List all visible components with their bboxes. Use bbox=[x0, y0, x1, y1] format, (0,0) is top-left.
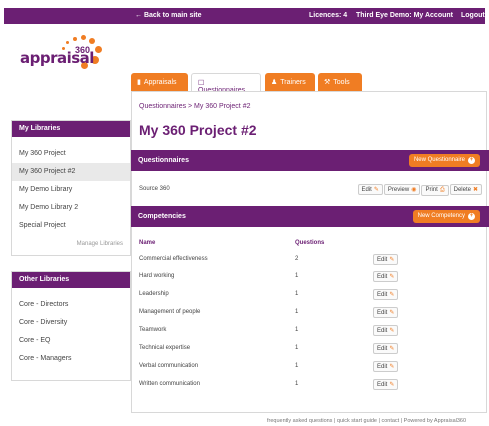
new-competency-button[interactable]: New Competency + bbox=[412, 210, 480, 223]
tab-appraisals[interactable]: ▮ Appraisals bbox=[131, 73, 188, 91]
main-content: Questionnaires > My 360 Project #2 My 36… bbox=[131, 91, 489, 413]
edit-button[interactable]: Edit ✎ bbox=[373, 361, 399, 372]
questionnaire-icon: ☐ bbox=[198, 80, 205, 87]
library-item[interactable]: Special Project bbox=[12, 217, 130, 235]
licences-count: Licences: 4 bbox=[309, 12, 348, 19]
competency-name[interactable]: Hard working bbox=[139, 273, 174, 279]
pencil-icon: ✎ bbox=[389, 328, 395, 334]
library-item[interactable]: My Demo Library 2 bbox=[12, 199, 130, 217]
competency-row: Hard working 1 Edit ✎ bbox=[139, 271, 482, 283]
competencies-header-label: Competencies bbox=[138, 213, 186, 220]
competency-row: Management of people 1 Edit ✎ bbox=[139, 307, 482, 319]
my-account-link[interactable]: Third Eye Demo: My Account bbox=[356, 12, 453, 19]
competency-name[interactable]: Technical expertise bbox=[139, 345, 190, 351]
tools-icon: ⚒ bbox=[324, 79, 331, 86]
edit-button[interactable]: Edit ✎ bbox=[373, 325, 399, 336]
questionnaires-header: Questionnaires New Questionnaire + bbox=[131, 150, 489, 171]
other-library-item[interactable]: Core - Directors bbox=[12, 296, 130, 314]
competency-question-count: 1 bbox=[295, 363, 299, 369]
column-header-name: Name bbox=[139, 240, 156, 246]
new-questionnaire-button[interactable]: New Questionnaire + bbox=[408, 154, 480, 167]
competency-name[interactable]: Leadership bbox=[139, 291, 169, 297]
edit-button[interactable]: Edit ✎ bbox=[373, 379, 399, 390]
pencil-icon: ✎ bbox=[389, 274, 395, 280]
competency-question-count: 1 bbox=[295, 291, 299, 297]
appraisal360-logo[interactable]: appraisal 360 bbox=[18, 35, 108, 80]
competency-row: Technical expertise 1 Edit ✎ bbox=[139, 343, 482, 355]
my-libraries-title: My Libraries bbox=[12, 121, 130, 137]
pencil-icon: ✎ bbox=[389, 292, 395, 298]
pencil-icon: ✎ bbox=[389, 346, 395, 352]
print-button[interactable]: Print ⎙ bbox=[421, 185, 449, 196]
competency-question-count: 1 bbox=[295, 273, 299, 279]
edit-button[interactable]: Edit ✎ bbox=[373, 307, 399, 318]
delete-icon: ✖ bbox=[472, 187, 478, 193]
questionnaire-row: Source 360 Edit ✎ Preview ◉ Print ⎙ Delete ✖ bbox=[139, 184, 482, 198]
competency-row: Verbal communication 1 Edit ✎ bbox=[139, 361, 482, 373]
questionnaires-header-label: Questionnaires bbox=[138, 157, 189, 164]
edit-button[interactable]: Edit ✎ bbox=[357, 184, 383, 195]
people-icon: ♟ bbox=[271, 79, 278, 86]
competency-row: Teamwork 1 Edit ✎ bbox=[139, 325, 482, 337]
tab-tools[interactable]: ⚒ Tools bbox=[318, 73, 362, 91]
competency-question-count: 1 bbox=[295, 381, 299, 387]
competency-row: Commercial effectiveness 2 Edit ✎ bbox=[139, 254, 482, 266]
edit-button[interactable]: Edit ✎ bbox=[373, 289, 399, 300]
questionnaire-name: Source 360 bbox=[139, 186, 170, 192]
breadcrumb[interactable]: Questionnaires > My 360 Project #2 bbox=[139, 103, 250, 110]
library-item[interactable]: My 360 Project bbox=[12, 145, 130, 163]
column-header-questions: Questions bbox=[295, 240, 325, 246]
competency-name[interactable]: Commercial effectiveness bbox=[139, 256, 208, 262]
plus-icon: + bbox=[468, 213, 475, 220]
competency-name[interactable]: Teamwork bbox=[139, 327, 166, 333]
delete-button[interactable]: Delete ✖ bbox=[449, 184, 482, 195]
other-libraries-panel: Other Libraries Core - Directors Core - … bbox=[11, 271, 131, 381]
pencil-icon: ✎ bbox=[389, 382, 395, 388]
my-libraries-panel: My Libraries My 360 Project My 360 Proje… bbox=[11, 120, 131, 256]
eye-icon: ◉ bbox=[411, 187, 417, 193]
logo-superscript: 360 bbox=[75, 45, 91, 55]
other-library-item[interactable]: Core - Managers bbox=[12, 350, 130, 368]
other-libraries-title: Other Libraries bbox=[12, 272, 130, 288]
pencil-icon: ✎ bbox=[389, 257, 395, 263]
competency-name[interactable]: Management of people bbox=[139, 309, 200, 315]
competency-row: Leadership 1 Edit ✎ bbox=[139, 289, 482, 301]
top-bar: ← Back to main site Licences: 4 Third Ey… bbox=[4, 8, 485, 24]
pencil-icon: ✎ bbox=[389, 310, 395, 316]
competency-question-count: 1 bbox=[295, 327, 299, 333]
competency-name[interactable]: Verbal communication bbox=[139, 363, 198, 369]
library-item-selected[interactable]: My 360 Project #2 bbox=[12, 163, 130, 181]
tab-questionnaires[interactable]: ☐Questionnaires bbox=[191, 73, 261, 94]
plus-icon: + bbox=[468, 157, 475, 164]
competency-question-count: 1 bbox=[295, 345, 299, 351]
manage-libraries-link[interactable]: Manage Libraries bbox=[12, 235, 130, 255]
clipboard-icon: ▮ bbox=[137, 79, 141, 86]
preview-button[interactable]: Preview ◉ bbox=[383, 184, 421, 195]
other-library-item[interactable]: Core - Diversity bbox=[12, 314, 130, 332]
edit-button[interactable]: Edit ✎ bbox=[373, 343, 399, 354]
competency-name[interactable]: Written communication bbox=[139, 381, 200, 387]
pencil-icon: ✎ bbox=[373, 187, 379, 193]
competency-row: Written communication 1 Edit ✎ bbox=[139, 379, 482, 391]
page-title: My 360 Project #2 bbox=[139, 122, 257, 138]
library-item[interactable]: My Demo Library bbox=[12, 181, 130, 199]
printer-icon: ⎙ bbox=[439, 187, 445, 193]
edit-button[interactable]: Edit ✎ bbox=[373, 254, 399, 265]
logout-link[interactable]: Logout bbox=[461, 12, 485, 19]
pencil-icon: ✎ bbox=[389, 364, 395, 370]
competency-question-count: 2 bbox=[295, 256, 299, 262]
back-to-main-site-link[interactable]: ← Back to main site bbox=[135, 12, 202, 19]
other-library-item[interactable]: Core - EQ bbox=[12, 332, 130, 350]
edit-button[interactable]: Edit ✎ bbox=[373, 271, 399, 282]
competencies-header: Competencies New Competency + bbox=[131, 206, 489, 227]
competency-question-count: 1 bbox=[295, 309, 299, 315]
footer-links[interactable]: frequently asked questions | quick start… bbox=[267, 418, 466, 424]
tab-trainers[interactable]: ♟ Trainers bbox=[265, 73, 315, 91]
